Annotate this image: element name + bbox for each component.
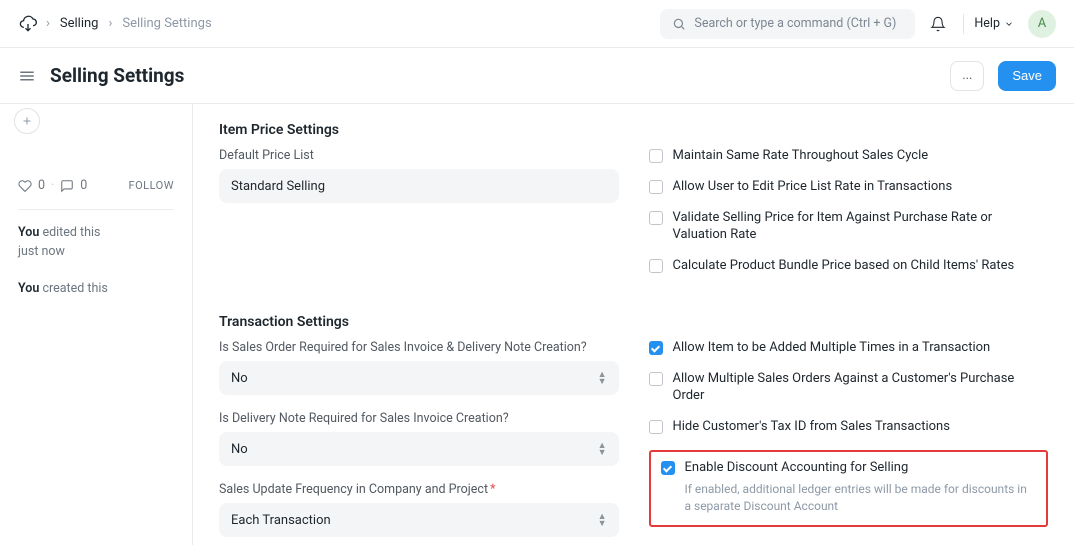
heart-icon[interactable] <box>18 179 32 193</box>
plus-icon <box>21 115 33 127</box>
check-label: Allow Multiple Sales Orders Against a Cu… <box>673 371 1049 405</box>
so-required-select[interactable]: No ▲▼ <box>219 361 619 395</box>
required-indicator: * <box>490 482 495 497</box>
item-price-checks: Maintain Same Rate Throughout Sales Cycl… <box>649 148 1049 288</box>
more-actions-button[interactable]: ... <box>950 61 984 91</box>
select-caret-icon: ▲▼ <box>598 443 607 456</box>
bell-icon <box>930 16 946 32</box>
section-transaction: Transaction Settings Is Sales Order Requ… <box>219 314 1048 545</box>
section-item-price: Item Price Settings Default Price List S… <box>219 122 1048 288</box>
field-so-required: Is Sales Order Required for Sales Invoic… <box>219 340 619 395</box>
sales-update-freq-select[interactable]: Each Transaction ▲▼ <box>219 503 619 537</box>
sidebar-toggle-button[interactable] <box>18 67 36 85</box>
checkbox-icon <box>661 461 675 475</box>
check-row[interactable]: Maintain Same Rate Throughout Sales Cycl… <box>649 148 1049 165</box>
breadcrumb: › Selling › Selling Settings <box>46 16 212 31</box>
main-content: Item Price Settings Default Price List S… <box>192 104 1074 545</box>
activity-item: You created this <box>18 280 174 299</box>
chevron-right-icon: › <box>108 16 112 31</box>
notifications-button[interactable] <box>923 16 953 32</box>
help-menu[interactable]: Help <box>974 16 1014 31</box>
select-caret-icon: ▲▼ <box>598 514 607 527</box>
dn-required-select[interactable]: No ▲▼ <box>219 432 619 466</box>
divider <box>18 209 174 210</box>
check-row[interactable]: Validate Selling Price for Item Against … <box>649 210 1049 244</box>
check-label: Calculate Product Bundle Price based on … <box>673 258 1015 275</box>
section-title: Item Price Settings <box>219 122 1048 138</box>
transaction-checks: Allow Item to be Added Multiple Times in… <box>649 340 1049 436</box>
section-title: Transaction Settings <box>219 314 1048 330</box>
sidebar: 0 · 0 FOLLOW You edited this just now Yo… <box>0 104 192 545</box>
help-label: Help <box>974 16 1000 31</box>
like-count: 0 <box>38 178 45 193</box>
menu-icon <box>18 67 36 85</box>
field-label: Sales Update Frequency in Company and Pr… <box>219 482 619 497</box>
checkbox-icon <box>649 180 663 194</box>
field-default-price-list: Default Price List Standard Selling <box>219 148 619 203</box>
check-row[interactable]: Calculate Product Bundle Price based on … <box>649 258 1049 275</box>
dot-separator: · <box>51 178 54 193</box>
search-input[interactable]: Search or type a command (Ctrl + G) <box>660 9 915 39</box>
avatar[interactable]: A <box>1028 10 1056 38</box>
page-title: Selling Settings <box>50 64 184 87</box>
checkbox-icon <box>649 211 663 225</box>
check-label: Enable Discount Accounting for Selling <box>685 460 1037 477</box>
default-price-list-input[interactable]: Standard Selling <box>219 169 619 203</box>
chevron-down-icon <box>1004 19 1014 29</box>
check-row[interactable]: Allow Multiple Sales Orders Against a Cu… <box>649 371 1049 405</box>
follow-button[interactable]: FOLLOW <box>129 179 174 192</box>
social-row: 0 · 0 FOLLOW <box>18 178 174 193</box>
activity-item: You edited this just now <box>18 224 174 262</box>
add-button[interactable] <box>14 108 40 134</box>
save-button[interactable]: Save <box>998 61 1056 91</box>
checkbox-icon <box>649 259 663 273</box>
highlighted-box: Enable Discount Accounting for Selling I… <box>649 450 1049 526</box>
check-label: Hide Customer's Tax ID from Sales Transa… <box>673 419 950 436</box>
page-header: Selling Settings ... Save <box>0 48 1074 104</box>
chevron-right-icon: › <box>46 16 50 31</box>
search-placeholder: Search or type a command (Ctrl + G) <box>694 16 896 31</box>
check-enable-discount-accounting[interactable]: Enable Discount Accounting for Selling I… <box>661 460 1037 514</box>
field-label: Default Price List <box>219 148 619 163</box>
select-caret-icon: ▲▼ <box>598 372 607 385</box>
checkbox-icon <box>649 341 663 355</box>
field-sales-update-freq: Sales Update Frequency in Company and Pr… <box>219 482 619 545</box>
check-label: Maintain Same Rate Throughout Sales Cycl… <box>673 148 929 165</box>
top-bar: › Selling › Selling Settings Search or t… <box>0 0 1074 48</box>
comment-icon[interactable] <box>60 179 74 193</box>
field-label: Is Delivery Note Required for Sales Invo… <box>219 411 619 426</box>
checkbox-icon <box>649 149 663 163</box>
check-row[interactable]: Allow Item to be Added Multiple Times in… <box>649 340 1049 357</box>
breadcrumb-current: Selling Settings <box>122 16 211 31</box>
check-label: Allow User to Edit Price List Rate in Tr… <box>673 179 953 196</box>
check-label: Validate Selling Price for Item Against … <box>673 210 1049 244</box>
breadcrumb-selling[interactable]: Selling <box>60 16 99 31</box>
check-label: Allow Item to be Added Multiple Times in… <box>673 340 991 357</box>
check-row[interactable]: Hide Customer's Tax ID from Sales Transa… <box>649 419 1049 436</box>
checkbox-icon <box>649 372 663 386</box>
app-logo-icon[interactable] <box>18 14 38 34</box>
comment-count: 0 <box>80 178 87 193</box>
search-icon <box>672 17 686 31</box>
check-description: If enabled, additional ledger entries wi… <box>685 481 1037 515</box>
checkbox-icon <box>649 420 663 434</box>
divider <box>963 14 964 34</box>
field-dn-required: Is Delivery Note Required for Sales Invo… <box>219 411 619 466</box>
page-body: 0 · 0 FOLLOW You edited this just now Yo… <box>0 104 1074 545</box>
check-row[interactable]: Allow User to Edit Price List Rate in Tr… <box>649 179 1049 196</box>
field-label: Is Sales Order Required for Sales Invoic… <box>219 340 619 355</box>
